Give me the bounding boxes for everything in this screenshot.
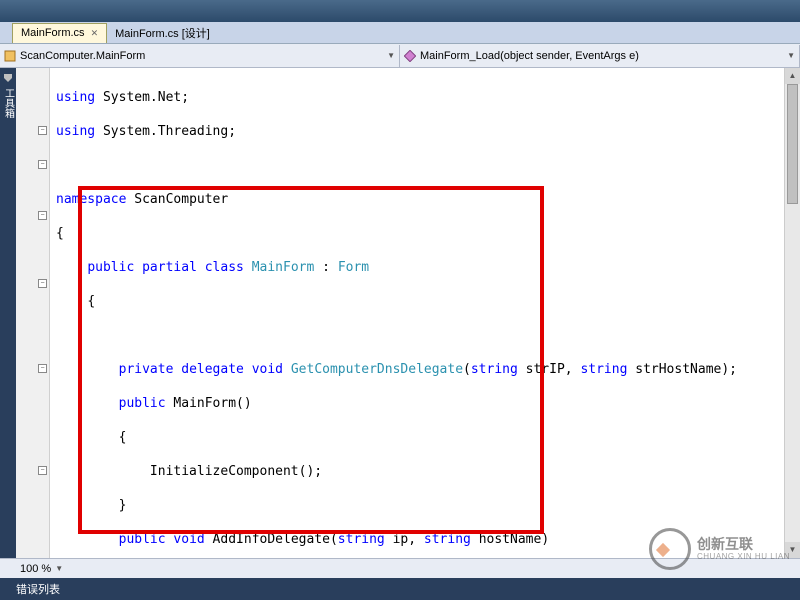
class-name-label: ScanComputer.MainForm [20,50,145,62]
fold-toggle[interactable]: − [38,466,47,475]
fold-toggle[interactable]: − [38,126,47,135]
chevron-down-icon[interactable]: ▼ [55,564,63,573]
tab-label: MainForm.cs [设计] [115,25,210,41]
tab-label: MainForm.cs [21,27,85,39]
fold-toggle[interactable]: − [38,211,47,220]
watermark-logo-icon [649,528,691,570]
tab-mainform-designer[interactable]: MainForm.cs [设计] [107,23,218,43]
zoom-level[interactable]: 100 % [20,563,51,575]
tab-mainform-cs[interactable]: MainForm.cs ✕ [12,23,107,43]
code-gutter[interactable]: − − − − − − [16,68,50,578]
error-list-bar[interactable]: 错误列表 [0,578,800,600]
toolbox-rail[interactable]: 工具箱 [0,68,16,578]
class-dropdown[interactable]: ScanComputer.MainForm ▼ [0,45,400,67]
toolbox-icon [2,72,14,84]
fold-toggle[interactable]: − [38,364,47,373]
editor-area: 工具箱 − − − − − − using System.Net; using … [0,68,800,578]
toolbox-label: 工具箱 [1,88,16,118]
watermark: 创新互联 CHUANG XIN HU LIAN [649,528,790,570]
fold-toggle[interactable]: − [38,279,47,288]
window-menubar [0,0,800,22]
vertical-scrollbar[interactable]: ▲ ▼ [784,68,800,558]
method-name-label: MainForm_Load(object sender, EventArgs e… [420,50,639,62]
chevron-down-icon: ▼ [787,51,795,60]
chevron-down-icon: ▼ [387,51,395,60]
scroll-up-button[interactable]: ▲ [785,68,800,84]
code-editor[interactable]: using System.Net; using System.Threading… [50,68,800,578]
watermark-subtitle: CHUANG XIN HU LIAN [697,552,790,561]
document-tabs: MainForm.cs ✕ MainForm.cs [设计] [0,22,800,44]
method-dropdown[interactable]: MainForm_Load(object sender, EventArgs e… [400,45,800,67]
navigation-bar: ScanComputer.MainForm ▼ MainForm_Load(ob… [0,44,800,68]
scrollbar-thumb[interactable] [787,84,798,204]
error-list-label: 错误列表 [16,581,60,597]
class-icon [4,50,16,62]
watermark-title: 创新互联 [697,537,790,552]
close-icon[interactable]: ✕ [91,28,99,39]
fold-toggle[interactable]: − [38,160,47,169]
method-icon [404,50,416,62]
watermark-text-group: 创新互联 CHUANG XIN HU LIAN [697,537,790,561]
